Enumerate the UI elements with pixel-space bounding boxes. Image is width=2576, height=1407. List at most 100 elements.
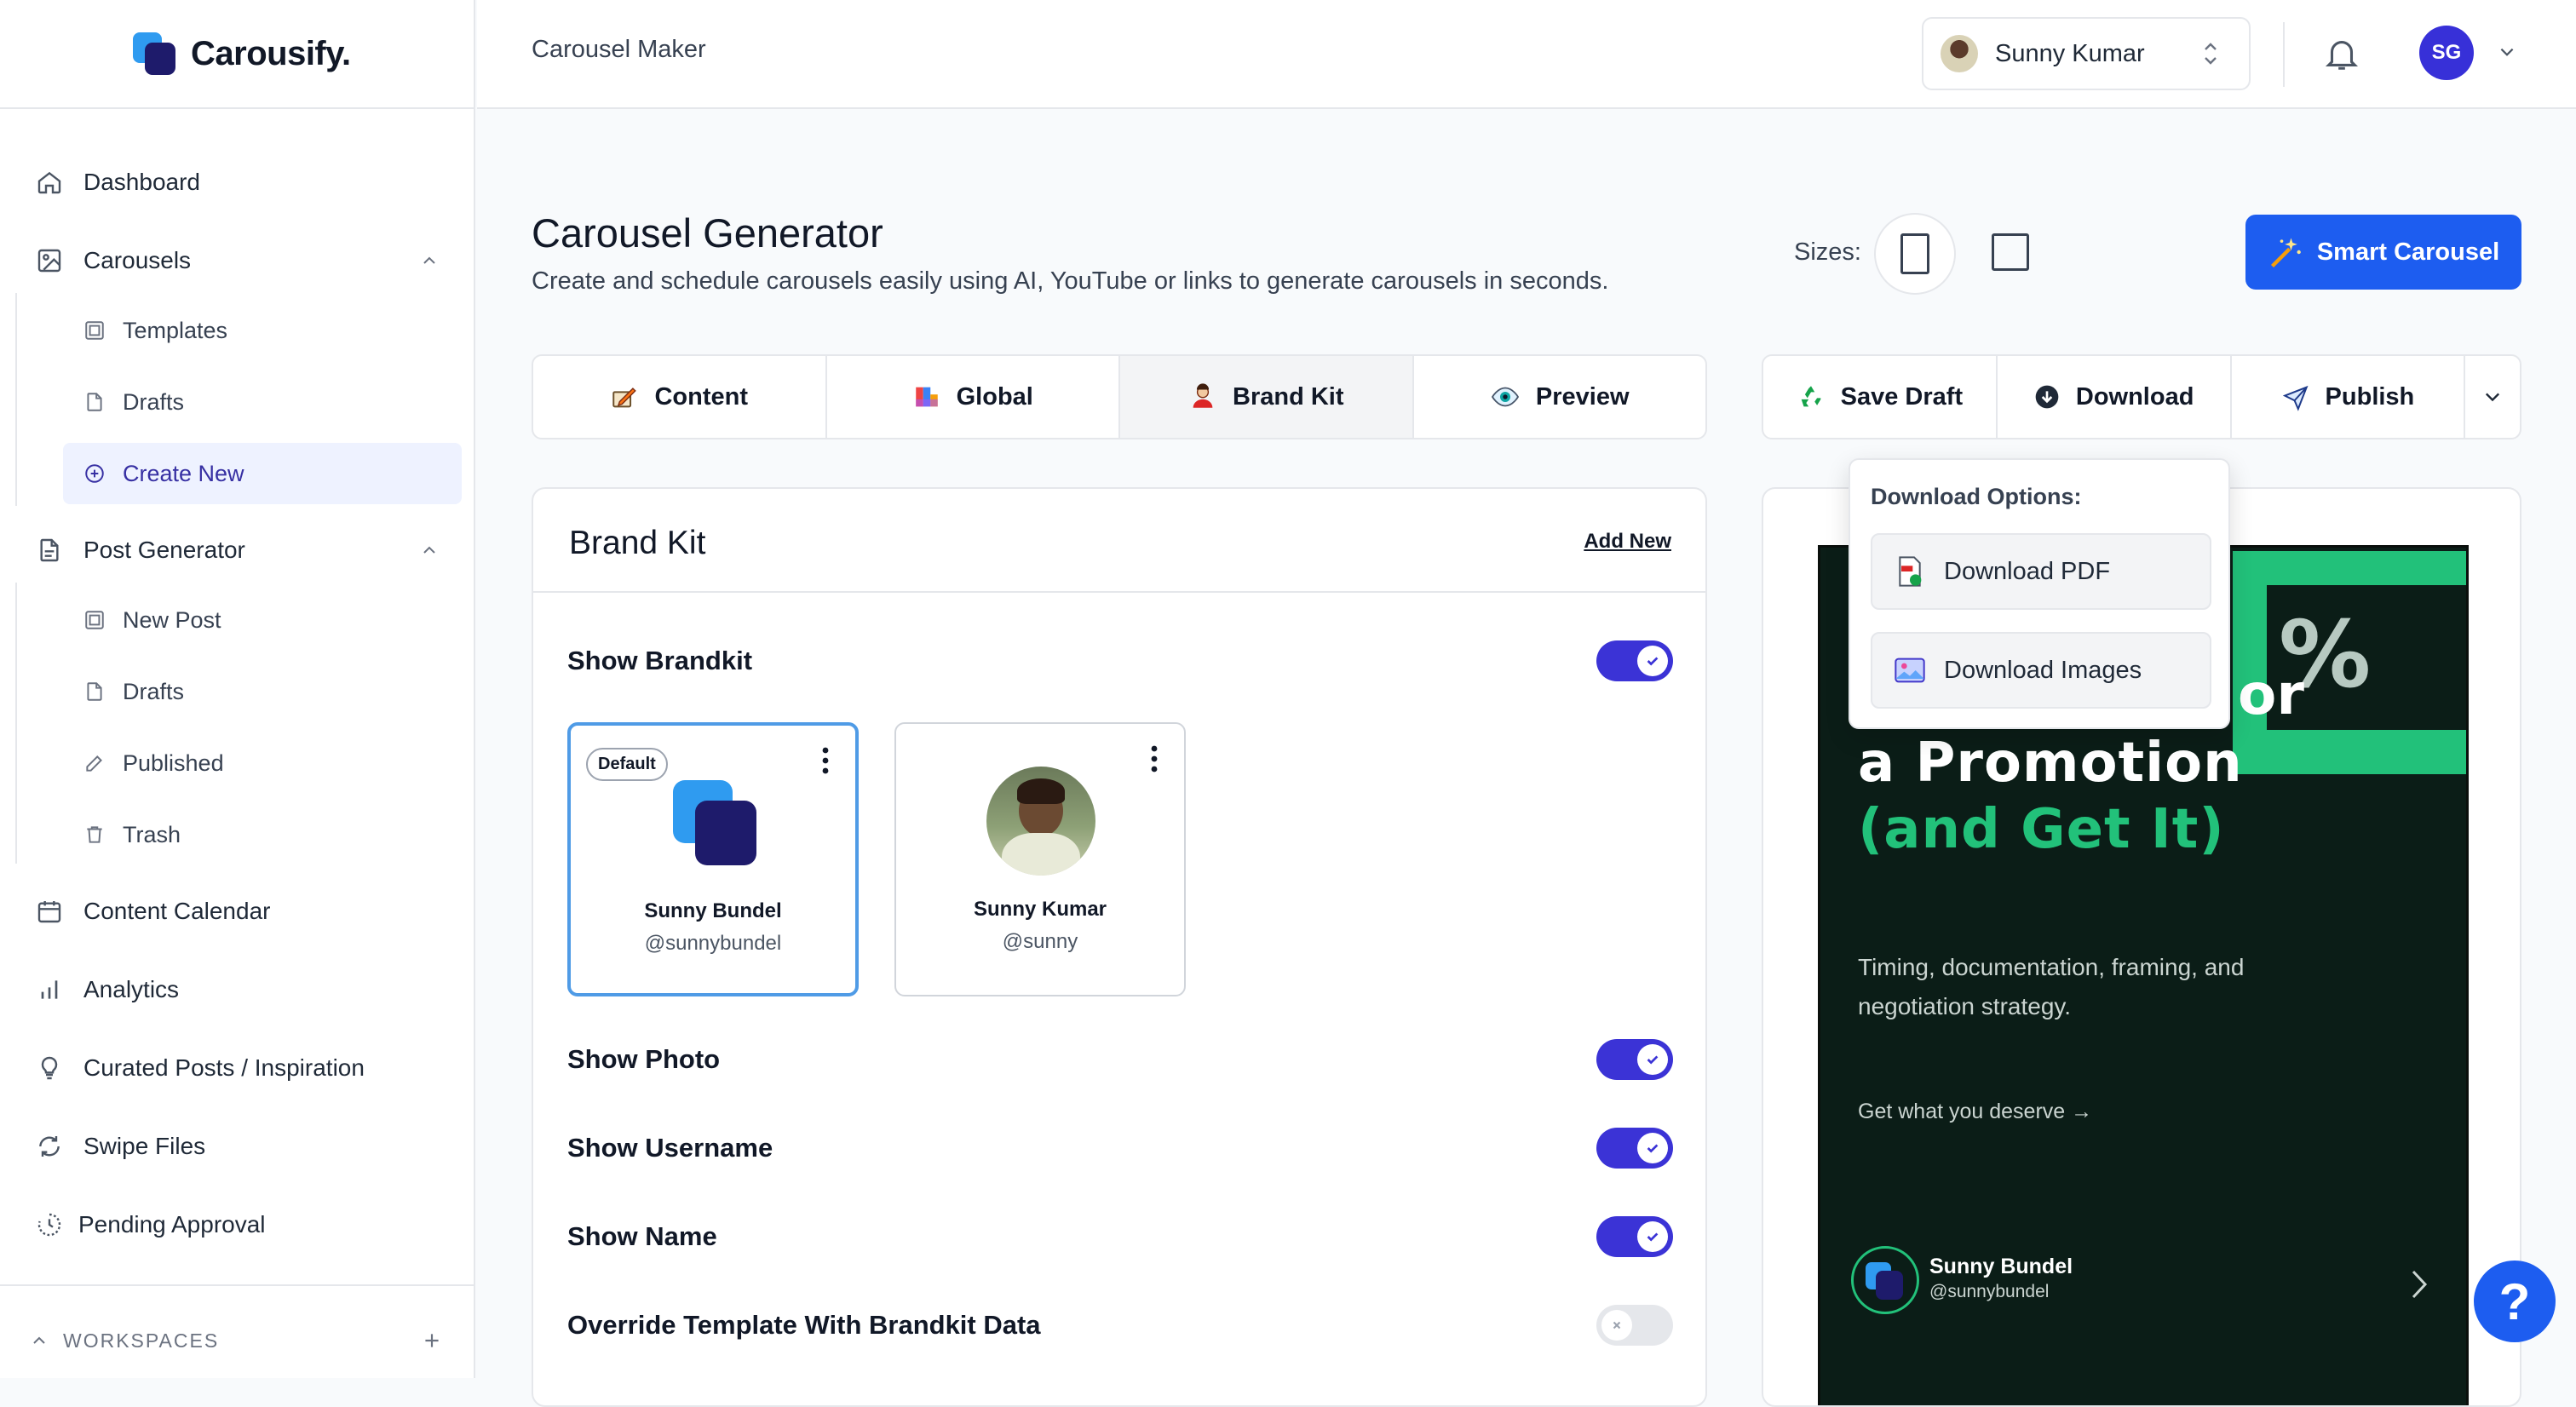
- download-label: Download: [2075, 382, 2194, 411]
- sidebar-sub-label: Drafts: [123, 678, 185, 704]
- sidebar-item-label: Dashboard: [83, 169, 200, 195]
- person-icon: [1188, 382, 1217, 411]
- brand-card-sunny-kumar[interactable]: Sunny Kumar @sunny: [894, 722, 1186, 996]
- sidebar-sub-label: Drafts: [123, 388, 185, 415]
- sidebar-sub-post-drafts[interactable]: Drafts: [63, 661, 462, 722]
- tab-preview[interactable]: Preview: [1414, 356, 1706, 438]
- recycle-icon: [1797, 382, 1826, 411]
- kebab-menu-icon[interactable]: [821, 746, 830, 775]
- show-username-toggle[interactable]: [1596, 1128, 1673, 1169]
- brand-card-sunny-bundel[interactable]: Default Sunny Bundel @sunnybundel: [567, 722, 859, 996]
- smart-carousel-button[interactable]: Smart Carousel: [2245, 215, 2521, 290]
- account-switcher[interactable]: Sunny Kumar: [1922, 17, 2251, 90]
- sidebar-item-pending-approval[interactable]: Pending Approval: [0, 1208, 475, 1242]
- check-icon: [1637, 1133, 1668, 1163]
- sidebar-sub-label: Create New: [123, 460, 244, 486]
- sidebar-item-dashboard[interactable]: Dashboard: [0, 165, 475, 199]
- user-avatar[interactable]: SG: [2419, 26, 2474, 80]
- brand-card-username: @sunnybundel: [644, 932, 782, 955]
- publish-button[interactable]: Publish: [2232, 356, 2466, 438]
- tab-global[interactable]: Global: [827, 356, 1120, 438]
- kebab-menu-icon[interactable]: [1150, 744, 1159, 773]
- chevron-down-icon[interactable]: [2498, 43, 2516, 61]
- template-icon: [82, 318, 107, 343]
- slide-body: Timing, documentation, framing, and nego…: [1858, 954, 2245, 1019]
- sidebar-sub-new-post[interactable]: New Post: [63, 589, 462, 651]
- image-icon: [34, 245, 65, 276]
- workspaces-header[interactable]: WORKSPACES: [31, 1325, 448, 1356]
- top-bar: Carousel Maker Sunny Kumar SG: [477, 0, 2576, 109]
- slide-headline-1: a Promotion: [1858, 732, 2243, 795]
- app-logo[interactable]: Carousify.: [133, 29, 351, 78]
- save-draft-button[interactable]: Save Draft: [1763, 356, 1998, 438]
- sidebar-item-curated-posts[interactable]: Curated Posts / Inspiration: [0, 1051, 475, 1085]
- sidebar-sub-label: Templates: [123, 317, 228, 343]
- sidebar-item-post-generator[interactable]: Post Generator: [0, 533, 475, 567]
- download-pdf-option[interactable]: Download PDF: [1871, 533, 2211, 610]
- clock-icon: [34, 1209, 65, 1240]
- toggle-label: Show Photo: [567, 1044, 721, 1074]
- download-pdf-label: Download PDF: [1944, 557, 2111, 585]
- chevron-up-down-icon: [2199, 37, 2222, 71]
- tab-label: Content: [654, 382, 749, 411]
- chevron-up-icon[interactable]: [421, 252, 438, 269]
- show-photo-row: Show Photo: [567, 1034, 1673, 1085]
- chevron-down-icon: [2482, 387, 2503, 407]
- show-name-toggle[interactable]: [1596, 1216, 1673, 1257]
- sidebar-sub-templates[interactable]: Templates: [63, 300, 462, 361]
- download-button[interactable]: Download: [1998, 356, 2232, 438]
- size-square-option[interactable]: [1992, 233, 2029, 271]
- override-template-toggle[interactable]: [1596, 1305, 1673, 1346]
- sidebar-item-label: Curated Posts / Inspiration: [83, 1054, 365, 1081]
- eye-icon: [1490, 382, 1521, 412]
- size-portrait-option[interactable]: [1874, 213, 1956, 295]
- sidebar-divider: [0, 107, 475, 109]
- add-new-link[interactable]: Add New: [1584, 530, 1671, 554]
- chevron-up-icon[interactable]: [421, 542, 438, 559]
- show-brandkit-toggle[interactable]: [1596, 640, 1673, 681]
- page-title: Carousel Generator: [532, 210, 883, 256]
- sidebar-item-content-calendar[interactable]: Content Calendar: [0, 894, 475, 928]
- logo-icon: [133, 31, 177, 77]
- home-icon: [34, 167, 65, 198]
- portrait-icon: [1900, 233, 1929, 274]
- brand-logo-icon: [670, 780, 763, 874]
- more-actions-button[interactable]: [2465, 356, 2520, 438]
- tab-brand-kit[interactable]: Brand Kit: [1120, 356, 1414, 438]
- slide-author-avatar: [1851, 1246, 1919, 1314]
- show-photo-toggle[interactable]: [1596, 1039, 1673, 1080]
- sidebar-item-analytics[interactable]: Analytics: [0, 973, 475, 1007]
- app-name: Carousify.: [191, 34, 351, 72]
- download-options-title: Download Options:: [1871, 484, 2082, 509]
- refresh-icon: [34, 1131, 65, 1162]
- show-username-row: Show Username: [567, 1123, 1673, 1174]
- toggle-label: Show Username: [567, 1133, 773, 1163]
- tab-content[interactable]: Content: [533, 356, 827, 438]
- workspaces-label: WORKSPACES: [63, 1329, 220, 1352]
- tree-line: [15, 293, 17, 506]
- lightbulb-icon: [34, 1053, 65, 1083]
- show-brandkit-row: Show Brandkit: [567, 635, 1673, 686]
- help-button[interactable]: ?: [2474, 1261, 2556, 1342]
- magic-wand-icon: [2268, 233, 2305, 271]
- add-workspace-icon[interactable]: [421, 1329, 443, 1352]
- sidebar-sub-trash[interactable]: Trash: [63, 804, 462, 865]
- calendar-icon: [34, 896, 65, 927]
- toggle-label: Override Template With Brandkit Data: [567, 1310, 1041, 1340]
- sidebar-sub-create-new[interactable]: Create New: [63, 443, 462, 504]
- toggle-label: Show Name: [567, 1221, 717, 1251]
- sidebar-sub-drafts[interactable]: Drafts: [63, 371, 462, 433]
- chevron-right-icon[interactable]: [2408, 1268, 2430, 1301]
- sidebar-sub-published[interactable]: Published: [63, 732, 462, 794]
- slide-or-fragment: or: [2238, 662, 2304, 727]
- brand-card-username: @sunny: [1002, 930, 1078, 953]
- sidebar-item-carousels[interactable]: Carousels: [0, 244, 475, 278]
- download-options-menu: Download Options: Download PDF Download …: [1849, 458, 2230, 729]
- paper-plane-icon: [2281, 382, 2310, 411]
- bell-icon[interactable]: [2322, 34, 2361, 73]
- workspaces-divider: [0, 1284, 475, 1286]
- sidebar-item-swipe-files[interactable]: Swipe Files: [0, 1129, 475, 1163]
- sidebar-sub-label: Trash: [123, 821, 181, 847]
- download-images-option[interactable]: Download Images: [1871, 632, 2211, 709]
- check-icon: [1637, 646, 1668, 676]
